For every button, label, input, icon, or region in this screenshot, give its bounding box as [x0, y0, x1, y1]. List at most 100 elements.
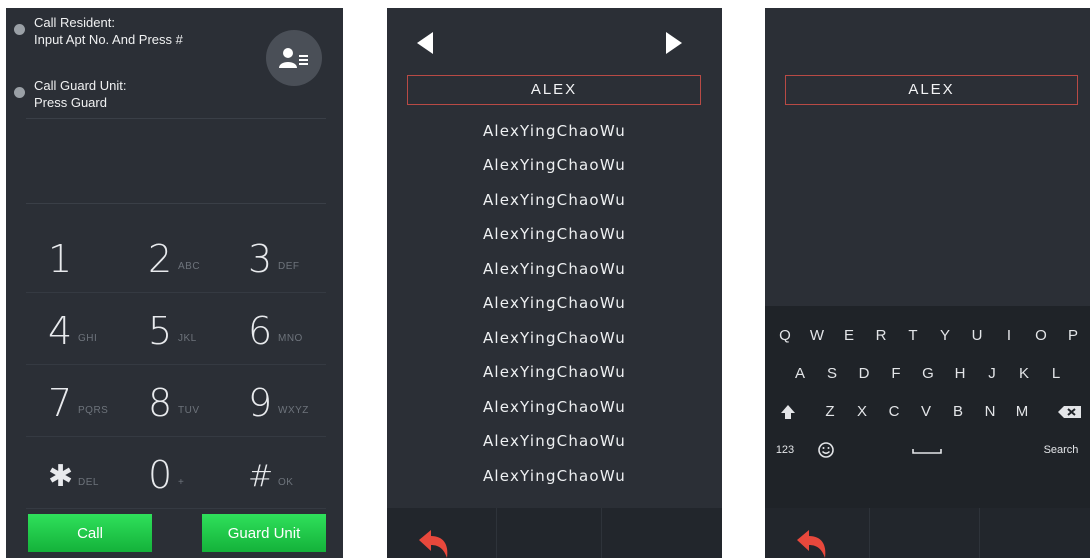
emoji-icon[interactable]	[811, 432, 841, 468]
keypad-row: ✱ DEL 0 + # OK	[26, 439, 326, 509]
key-i[interactable]: I	[994, 318, 1024, 354]
bullet-icon	[14, 87, 25, 98]
keyboard-row: 123 Search	[765, 432, 1090, 468]
key-123[interactable]: 123	[769, 432, 801, 468]
result-item[interactable]: AlexYingChaoWu	[387, 294, 722, 312]
key-9[interactable]: 9 WXYZ	[226, 367, 318, 437]
space-key-icon[interactable]	[905, 432, 949, 468]
keypad-row: 4 GHI 5 JKL 6 MNO	[26, 295, 326, 365]
key-1[interactable]: 1	[26, 223, 118, 293]
key-e[interactable]: E	[834, 318, 864, 354]
contacts-icon	[279, 48, 308, 68]
key-letters: JKL	[178, 333, 197, 344]
key-digit: 1	[48, 237, 73, 281]
key-d[interactable]: D	[849, 356, 879, 392]
previous-arrow-icon[interactable]	[415, 30, 437, 56]
result-item[interactable]: AlexYingChaoWu	[387, 260, 722, 278]
key-p[interactable]: P	[1058, 318, 1088, 354]
key-j[interactable]: J	[977, 356, 1007, 392]
result-item[interactable]: AlexYingChaoWu	[387, 398, 722, 416]
instruction-detail: Input Apt No. And Press #	[34, 32, 183, 47]
key-x[interactable]: X	[847, 394, 877, 430]
search-key[interactable]: Search	[1037, 432, 1085, 468]
instruction-detail: Press Guard	[34, 95, 107, 110]
guard-unit-button[interactable]: Guard Unit	[202, 514, 326, 552]
bottom-bar	[387, 508, 722, 558]
search-field[interactable]: ALEX	[407, 75, 701, 105]
key-letters: MNO	[278, 333, 303, 344]
result-item[interactable]: AlexYingChaoWu	[387, 467, 722, 485]
key-t[interactable]: T	[898, 318, 928, 354]
key-a[interactable]: A	[785, 356, 815, 392]
key-digit: ✱	[48, 459, 74, 494]
contacts-button[interactable]	[266, 30, 322, 86]
key-3[interactable]: 3 DEF	[226, 223, 318, 293]
key-5[interactable]: 5 JKL	[126, 295, 218, 365]
key-digit: 0	[148, 453, 173, 497]
key-r[interactable]: R	[866, 318, 896, 354]
key-w[interactable]: W	[802, 318, 832, 354]
key-s[interactable]: S	[817, 356, 847, 392]
result-item[interactable]: AlexYingChaoWu	[387, 122, 722, 140]
key-ok[interactable]: # OK	[226, 439, 318, 509]
keyboard-row: A S D F G H J K L	[765, 356, 1090, 392]
key-v[interactable]: V	[911, 394, 941, 430]
result-item[interactable]: AlexYingChaoWu	[387, 363, 722, 381]
key-h[interactable]: H	[945, 356, 975, 392]
call-guard-instruction: Call Guard Unit: Press Guard	[14, 77, 127, 111]
keypad-row: 1 2 ABC 3 DEF	[26, 223, 326, 293]
key-2[interactable]: 2 ABC	[126, 223, 218, 293]
key-u[interactable]: U	[962, 318, 992, 354]
key-m[interactable]: M	[1007, 394, 1037, 430]
key-4[interactable]: 4 GHI	[26, 295, 118, 365]
call-button[interactable]: Call	[28, 514, 152, 552]
key-b[interactable]: B	[943, 394, 973, 430]
key-letters: GHI	[78, 333, 98, 344]
key-c[interactable]: C	[879, 394, 909, 430]
key-digit: 8	[148, 381, 173, 425]
key-o[interactable]: O	[1026, 318, 1056, 354]
result-item[interactable]: AlexYingChaoWu	[387, 329, 722, 347]
key-0[interactable]: 0 +	[126, 439, 218, 509]
instruction-title: Call Guard Unit:	[34, 78, 127, 93]
key-8[interactable]: 8 TUV	[126, 367, 218, 437]
on-screen-keyboard: Q W E R T Y U I O P A S D F G H J K L Z	[765, 306, 1090, 508]
key-digit: 3	[248, 237, 273, 281]
key-g[interactable]: G	[913, 356, 943, 392]
key-letters: WXYZ	[278, 405, 309, 416]
dialpad-screen: Call Resident: Input Apt No. And Press #…	[6, 8, 343, 558]
result-item[interactable]: AlexYingChaoWu	[387, 432, 722, 450]
bullet-icon	[14, 24, 25, 35]
key-6[interactable]: 6 MNO	[226, 295, 318, 365]
key-digit: #	[248, 459, 274, 494]
key-letters: PQRS	[78, 405, 109, 416]
key-letters: DEF	[278, 261, 300, 272]
keyboard-row: Q W E R T Y U I O P	[765, 318, 1090, 354]
key-f[interactable]: F	[881, 356, 911, 392]
instruction-title: Call Resident:	[34, 15, 115, 30]
key-7[interactable]: 7 PQRS	[26, 367, 118, 437]
divider	[26, 118, 326, 119]
call-resident-instruction: Call Resident: Input Apt No. And Press #	[14, 14, 183, 48]
key-delete[interactable]: ✱ DEL	[26, 439, 118, 509]
key-letters: ABC	[178, 261, 201, 272]
result-item[interactable]: AlexYingChaoWu	[387, 225, 722, 243]
key-q[interactable]: Q	[770, 318, 800, 354]
divider	[26, 203, 326, 204]
key-n[interactable]: N	[975, 394, 1005, 430]
key-y[interactable]: Y	[930, 318, 960, 354]
back-icon[interactable]	[795, 530, 831, 558]
result-item[interactable]: AlexYingChaoWu	[387, 191, 722, 209]
key-k[interactable]: K	[1009, 356, 1039, 392]
keypad-row: 7 PQRS 8 TUV 9 WXYZ	[26, 367, 326, 437]
key-l[interactable]: L	[1041, 356, 1071, 392]
backspace-icon[interactable]	[1055, 394, 1085, 430]
key-letters: OK	[278, 477, 294, 488]
result-item[interactable]: AlexYingChaoWu	[387, 156, 722, 174]
back-icon[interactable]	[417, 530, 453, 558]
key-z[interactable]: Z	[815, 394, 845, 430]
shift-icon[interactable]	[773, 394, 803, 430]
next-arrow-icon[interactable]	[662, 30, 684, 56]
search-field[interactable]: ALEX	[785, 75, 1078, 105]
bottom-bar-segment	[602, 508, 722, 558]
